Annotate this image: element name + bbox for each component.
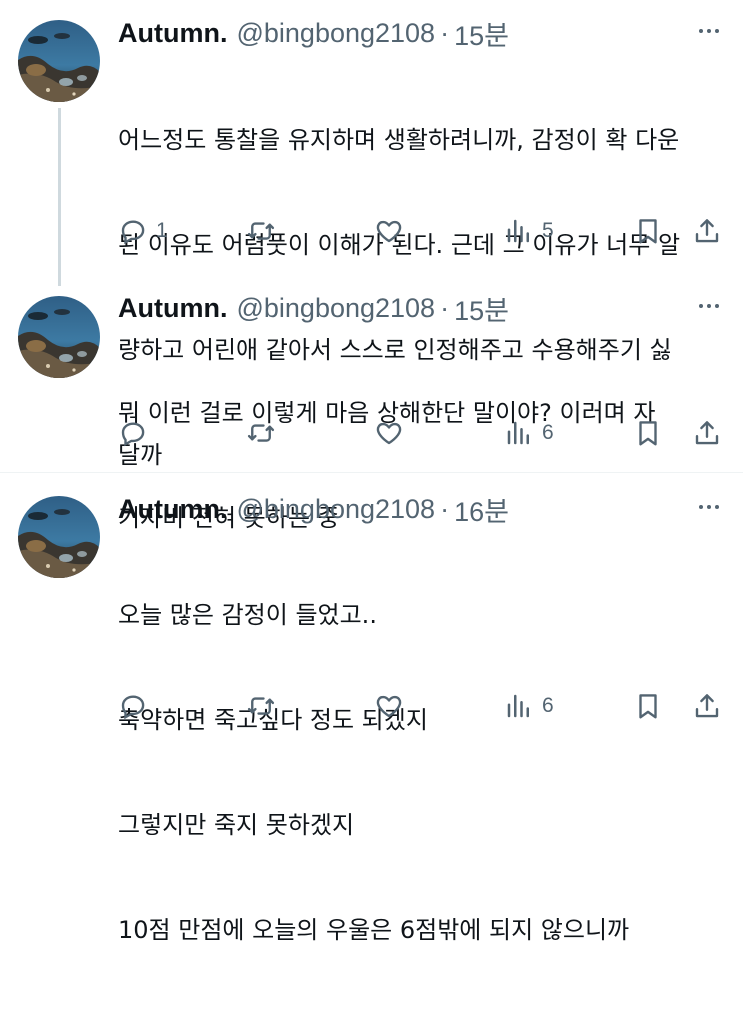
reply-count: 1 [156,219,168,242]
action-bar: 1 5 [118,214,723,248]
display-name[interactable]: Autumn. [118,293,227,324]
share-icon [692,691,722,721]
views-button[interactable]: 5 [504,214,554,248]
retweet-icon [246,691,276,721]
like-icon [374,216,404,246]
display-name[interactable]: Autumn. [118,18,227,49]
retweet-icon [246,418,276,448]
timestamp[interactable]: 16분 [454,490,509,529]
like-icon [374,418,404,448]
retweet-icon [246,216,276,246]
timestamp[interactable]: 15분 [454,289,509,328]
bookmark-icon [633,216,663,246]
tweet-header: Autumn. @bingbong2108 · 16분 [118,491,509,527]
timestamp[interactable]: 15분 [454,14,509,53]
bookmark-button[interactable] [633,689,663,723]
more-icon[interactable] [697,29,725,39]
tweet-header: Autumn. @bingbong2108 · 15분 [118,290,509,326]
more-icon[interactable] [697,505,725,515]
text-line: 그렇지만 죽지 못하겠지 [118,811,355,839]
divider [0,472,743,473]
share-icon [692,418,722,448]
reply-icon [118,216,148,246]
bookmark-icon [633,691,663,721]
like-button[interactable] [374,689,404,723]
views-count: 6 [542,694,554,717]
views-button[interactable]: 6 [504,689,554,723]
like-button[interactable] [374,214,404,248]
views-count: 5 [542,219,554,242]
thread-line [58,108,61,286]
like-button[interactable] [374,416,404,450]
avatar[interactable] [18,496,100,578]
separator: · [440,292,450,323]
separator: · [440,493,450,524]
retweet-button[interactable] [246,689,276,723]
bookmark-button[interactable] [633,416,663,450]
text-line: 오늘 많은 감정이 들었고.. [118,601,377,629]
action-bar: 6 [118,689,723,723]
tweet-header: Autumn. @bingbong2108 · 15분 [118,15,509,51]
like-icon [374,691,404,721]
bookmark-icon [633,418,663,448]
display-name[interactable]: Autumn. [118,494,227,525]
more-icon[interactable] [697,304,725,314]
avatar[interactable] [18,20,100,102]
retweet-button[interactable] [246,416,276,450]
reply-button[interactable]: 1 [118,214,168,248]
bookmark-button[interactable] [633,214,663,248]
reply-button[interactable] [118,689,148,723]
views-icon [504,216,534,246]
text-line: 어느정도 통찰을 유지하며 생활하려니까, 감정이 확 다운 [118,126,680,154]
avatar[interactable] [18,296,100,378]
views-count: 6 [542,421,554,444]
views-button[interactable]: 6 [504,416,554,450]
share-icon [692,216,722,246]
action-bar: 6 [118,416,723,450]
reply-icon [118,418,148,448]
retweet-button[interactable] [246,214,276,248]
reply-icon [118,691,148,721]
share-button[interactable] [692,214,722,248]
tweet-text: 오늘 많은 감정이 들었고.. 축약하면 죽고싶다 정도 되겠지 그렇지만 죽지… [118,528,718,1018]
separator: · [440,17,450,48]
user-handle[interactable]: @bingbong2108 [236,18,435,49]
views-icon [504,691,534,721]
user-handle[interactable]: @bingbong2108 [236,494,435,525]
text-line: 10점 만점에 오늘의 우울은 6점밖에 되지 않으니까 [118,916,630,944]
reply-button[interactable] [118,416,148,450]
share-button[interactable] [692,689,722,723]
share-button[interactable] [692,416,722,450]
views-icon [504,418,534,448]
user-handle[interactable]: @bingbong2108 [236,293,435,324]
